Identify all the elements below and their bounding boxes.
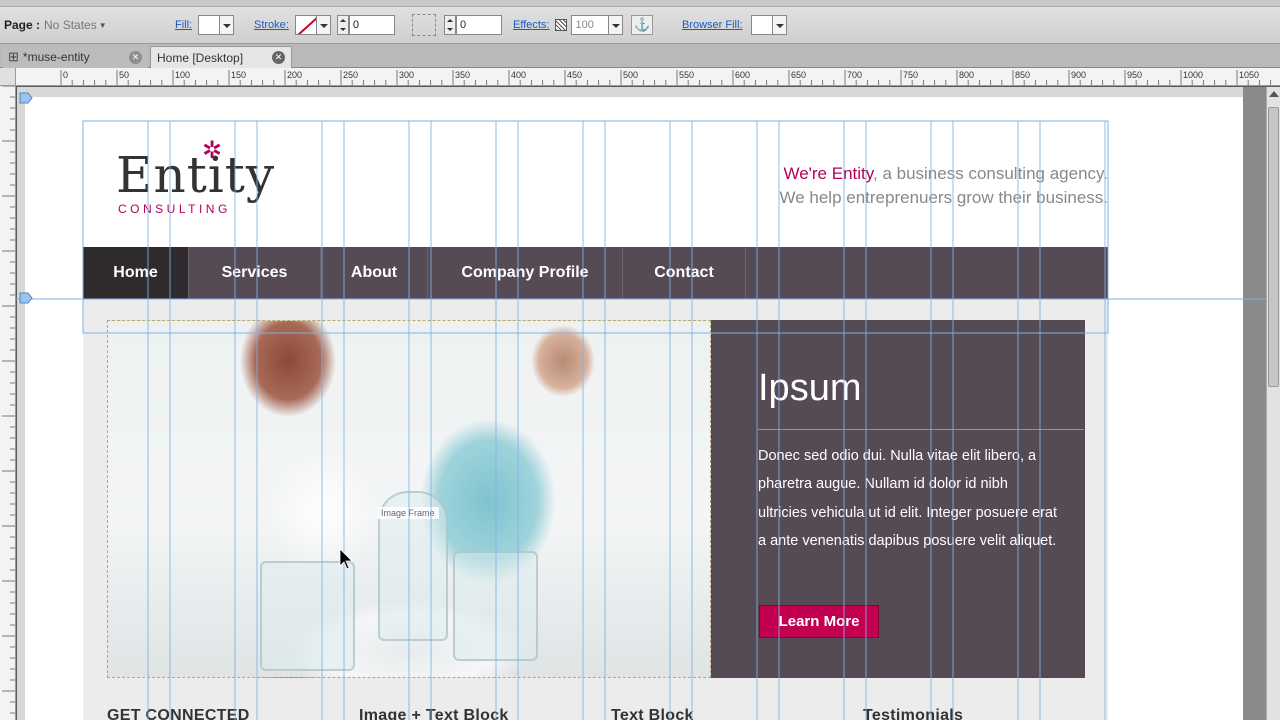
- column-heading-testimonials: Testimonials: [863, 707, 964, 720]
- close-icon[interactable]: ✕: [272, 51, 285, 64]
- browser-fill-control[interactable]: Browser Fill:: [682, 14, 787, 36]
- tab-label: Home [Desktop]: [157, 50, 244, 65]
- site-nav: Home Services About Company Profile Cont…: [83, 247, 1108, 299]
- nav-item-company-profile[interactable]: Company Profile: [428, 247, 623, 299]
- hero-divider: [758, 429, 1084, 430]
- ruler-label: 500: [623, 70, 638, 80]
- ruler-label: 400: [511, 70, 526, 80]
- browser-fill-label[interactable]: Browser Fill:: [682, 19, 743, 31]
- anchor-icon[interactable]: ⚓: [631, 15, 654, 35]
- ruler-label: 800: [959, 70, 974, 80]
- logo-subtitle: CONSULTING: [118, 202, 231, 216]
- ruler-label: 300: [399, 70, 414, 80]
- logo-wordmark: Entity: [116, 146, 276, 204]
- tab-home-desktop[interactable]: Home [Desktop] ✕: [150, 46, 292, 68]
- browser-fill-dropdown[interactable]: [772, 15, 787, 35]
- nav-item-contact[interactable]: Contact: [623, 247, 746, 299]
- ruler-label: 700: [847, 70, 862, 80]
- column-heading-text-block: Text Block: [611, 707, 694, 720]
- logo[interactable]: ✲ Entity CONSULTING: [116, 137, 286, 218]
- stroke-swatch[interactable]: [294, 15, 317, 35]
- ruler-label: 950: [1127, 70, 1142, 80]
- nav-item-services[interactable]: Services: [189, 247, 321, 299]
- column-heading-image-text: Image + Text Block: [359, 707, 509, 720]
- tab-muse-entity[interactable]: ⊞ *muse-entity ✕: [2, 46, 148, 68]
- tagline-brand: We're Entity: [783, 164, 873, 183]
- horizontal-ruler-ticks: 0 50 100 150 200 250 300 350 400 450 500 550 600 650 7…: [60, 70, 1272, 85]
- corner-control[interactable]: 0: [412, 14, 502, 36]
- page-label: Page :: [4, 18, 41, 32]
- glass-shape: [260, 561, 355, 671]
- tab-label: *muse-entity: [22, 50, 90, 64]
- vertical-scrollbar[interactable]: [1266, 87, 1280, 720]
- fill-label[interactable]: Fill:: [175, 19, 192, 31]
- effects-control[interactable]: Effects: 100 ⚓: [513, 14, 654, 36]
- vertical-ruler-ticks: [2, 86, 15, 714]
- ruler-label: 200: [287, 70, 302, 80]
- stroke-dropdown[interactable]: [316, 15, 331, 35]
- hero-title: Ipsum: [758, 367, 862, 409]
- tagline[interactable]: We're Entity, a business consulting agen…: [779, 162, 1108, 210]
- tagline-line-2: We help entreprenuers grow their busines…: [779, 188, 1108, 207]
- menu-strip: [0, 0, 1280, 7]
- image-frame-label: Image Frame: [377, 507, 439, 519]
- ruler-label: 600: [735, 70, 750, 80]
- corner-radius-icon[interactable]: [412, 14, 436, 36]
- canvas-gutter: [1243, 87, 1266, 720]
- muse-app-window: Page : No States ▼ Fill: Stroke: 0 0 Eff…: [0, 0, 1280, 720]
- nav-item-about[interactable]: About: [321, 247, 428, 299]
- stroke-width-field[interactable]: 0: [348, 15, 395, 35]
- page-states-value[interactable]: No States: [44, 18, 97, 32]
- ruler-label: 350: [455, 70, 470, 80]
- hero-text: Donec sed odio dui. Nulla vitae elit lib…: [758, 448, 1058, 549]
- corner-radius-field[interactable]: 0: [456, 15, 502, 35]
- learn-more-button[interactable]: Learn More: [759, 605, 879, 638]
- tagline-rest: , a business consulting agency.: [873, 164, 1108, 183]
- ruler-label: 450: [567, 70, 582, 80]
- fill-dropdown[interactable]: [220, 15, 235, 35]
- stroke-control[interactable]: Stroke: 0: [254, 14, 395, 36]
- ruler-label: 650: [791, 70, 806, 80]
- stroke-label[interactable]: Stroke:: [254, 19, 289, 31]
- ruler-label: 750: [903, 70, 918, 80]
- ruler-label: 850: [1015, 70, 1030, 80]
- ruler-corner: [0, 68, 16, 86]
- horizontal-ruler[interactable]: 0 50 100 150 200 250 300 350 400 450 500 550 600 650 7…: [16, 68, 1280, 86]
- ruler-label: 550: [679, 70, 694, 80]
- ruler-label: 0: [63, 70, 68, 80]
- glass-shape: [453, 551, 538, 661]
- ruler-label: 50: [119, 70, 129, 80]
- opacity-icon: [555, 19, 568, 31]
- ruler-label: 1050: [1239, 70, 1259, 80]
- opacity-dropdown[interactable]: [609, 15, 624, 35]
- page-states[interactable]: Page : No States ▼: [4, 14, 107, 36]
- opacity-field[interactable]: 100: [571, 15, 610, 35]
- control-toolbar: Page : No States ▼ Fill: Stroke: 0 0 Eff…: [0, 0, 1280, 44]
- column-heading-get-connected: GET CONNECTED: [107, 707, 250, 720]
- scroll-up-icon[interactable]: [1269, 91, 1279, 97]
- fill-control[interactable]: Fill:: [175, 14, 235, 36]
- ruler-label: 1000: [1183, 70, 1203, 80]
- hero-image-frame[interactable]: [107, 320, 711, 678]
- ruler-label: 250: [343, 70, 358, 80]
- scroll-thumb[interactable]: [1268, 107, 1279, 387]
- document-tabbar: ⊞ *muse-entity ✕ Home [Desktop] ✕: [0, 44, 1280, 68]
- corner-radius-stepper[interactable]: [444, 15, 456, 35]
- chevron-down-icon[interactable]: ▼: [99, 21, 107, 30]
- ruler-label: 150: [231, 70, 246, 80]
- effects-label[interactable]: Effects:: [513, 19, 549, 31]
- fill-swatch[interactable]: [198, 15, 221, 35]
- sitemap-icon: ⊞: [8, 49, 19, 64]
- vertical-ruler[interactable]: [0, 86, 16, 720]
- ruler-label: 100: [175, 70, 190, 80]
- tagline-line-1: We're Entity, a business consulting agen…: [779, 162, 1108, 186]
- close-icon[interactable]: ✕: [129, 50, 142, 64]
- ruler-label: 900: [1071, 70, 1086, 80]
- browser-fill-swatch[interactable]: [750, 15, 773, 35]
- stroke-width-stepper[interactable]: [336, 15, 349, 35]
- nav-item-home[interactable]: Home: [83, 247, 189, 299]
